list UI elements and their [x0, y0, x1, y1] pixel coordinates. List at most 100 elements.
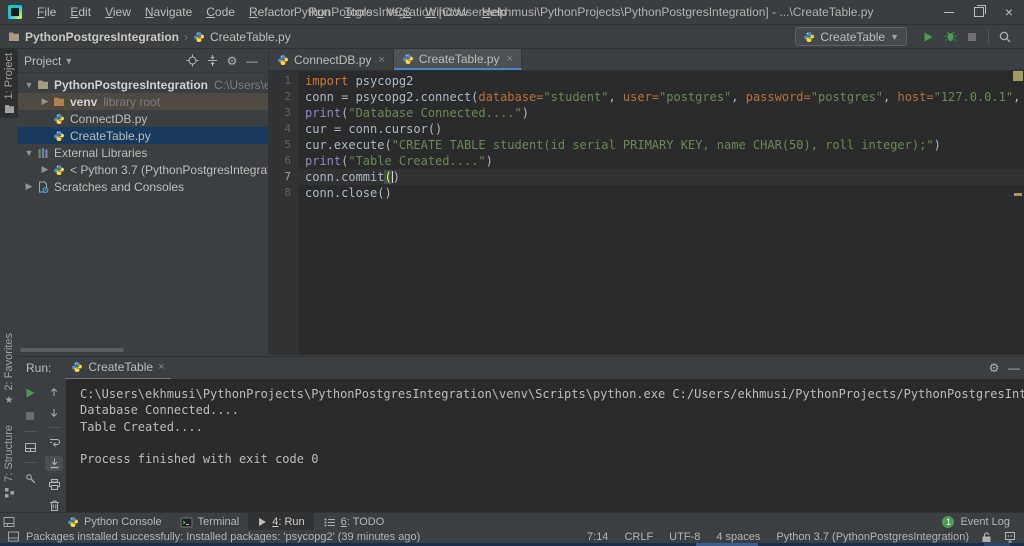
line-number[interactable]: 3	[269, 105, 299, 121]
status-item[interactable]: CRLF	[624, 531, 653, 543]
tree-row-scratches-and-consoles[interactable]: ▶Scratches and Consoles	[18, 178, 268, 195]
tree-expand-arrow[interactable]: ▶	[38, 164, 52, 175]
event-log-button[interactable]: 1 Event Log	[942, 516, 1010, 528]
settings-gear-icon[interactable]: ⚙	[222, 54, 242, 68]
run-button[interactable]	[917, 27, 939, 47]
minimize-button[interactable]	[934, 0, 964, 24]
collapse-all-button[interactable]	[202, 54, 222, 67]
tree-row-connectdb-py[interactable]: ConnectDB.py	[18, 110, 268, 127]
status-message[interactable]: Packages installed successfully: Install…	[26, 531, 420, 543]
hide-run-panel-button[interactable]: —	[1004, 361, 1024, 375]
run-configuration-select[interactable]: CreateTable ▼	[795, 27, 907, 46]
run-tab[interactable]: CreateTable ×	[65, 356, 170, 380]
line-number[interactable]: 2	[269, 89, 299, 105]
hector-inspection-icon[interactable]	[1004, 531, 1016, 543]
close-icon[interactable]: ×	[158, 361, 164, 373]
tool-window-tab-4-run[interactable]: 4: Run	[248, 513, 313, 531]
tool-window-tab-python-console[interactable]: Python Console	[58, 513, 171, 531]
code-line-5[interactable]: 5cur.execute("CREATE TABLE student(id se…	[269, 137, 1024, 153]
warning-stripe-mark[interactable]	[1014, 193, 1022, 196]
tool-window-switcher-icon[interactable]	[0, 516, 18, 528]
chevron-down-icon[interactable]: ▼	[64, 56, 73, 66]
rerun-button[interactable]	[21, 385, 39, 401]
line-number[interactable]: 5	[269, 137, 299, 153]
tree-row-venv[interactable]: ▶venvlibrary root	[18, 93, 268, 110]
menu-view[interactable]: View	[98, 0, 138, 24]
breadcrumb-file[interactable]: CreateTable.py	[210, 30, 291, 44]
close-button[interactable]: ×	[994, 0, 1024, 24]
stop-process-button[interactable]	[21, 408, 39, 424]
code-text[interactable]: conn.close()	[299, 185, 1024, 201]
warning-stripe-mark[interactable]	[1013, 71, 1023, 81]
code-area[interactable]: 1import psycopg22conn = psycopg2.connect…	[269, 73, 1024, 201]
up-stack-trace-button[interactable]	[45, 385, 63, 399]
tree-row-createtable-py[interactable]: CreateTable.py	[18, 127, 268, 144]
close-icon[interactable]: ×	[378, 54, 384, 66]
project-panel-title[interactable]: Project	[24, 54, 61, 68]
editor-tab-createtable.py[interactable]: CreateTable.py×	[394, 49, 522, 70]
horizontal-scrollbar[interactable]	[20, 348, 124, 352]
lock-icon[interactable]	[981, 531, 992, 543]
tool-stripe-structure[interactable]: 7: Structure	[0, 421, 18, 502]
menu-file[interactable]: File	[30, 0, 63, 24]
code-line-7[interactable]: 7conn.commit()	[269, 169, 1024, 185]
tree-row-external-libraries[interactable]: ▼External Libraries	[18, 144, 268, 161]
code-text[interactable]: cur.execute("CREATE TABLE student(id ser…	[299, 137, 1024, 153]
tool-stripe-favorites[interactable]: 2: Favorites ★	[0, 329, 18, 410]
code-line-1[interactable]: 1import psycopg2	[269, 73, 1024, 89]
line-number[interactable]: 4	[269, 121, 299, 137]
tool-window-tab-6-todo[interactable]: 6: TODO	[314, 513, 394, 531]
down-stack-trace-button[interactable]	[45, 406, 63, 420]
tree-expand-arrow[interactable]: ▶	[38, 96, 52, 107]
menu-refactor[interactable]: Refactor	[242, 0, 301, 24]
locate-file-button[interactable]	[182, 54, 202, 67]
run-settings-gear-icon[interactable]: ⚙	[984, 361, 1004, 375]
code-text[interactable]: print("Database Connected....")	[299, 105, 1024, 121]
restore-layout-button[interactable]	[21, 439, 39, 455]
pin-tab-button[interactable]	[21, 470, 39, 486]
restore-button[interactable]	[964, 0, 994, 24]
debug-button[interactable]	[939, 27, 961, 47]
status-item[interactable]: 4 spaces	[716, 531, 760, 543]
line-number[interactable]: 6	[269, 153, 299, 169]
menu-navigate[interactable]: Navigate	[138, 0, 199, 24]
code-line-8[interactable]: 8conn.close()	[269, 185, 1024, 201]
code-line-2[interactable]: 2conn = psycopg2.connect(database="stude…	[269, 89, 1024, 105]
panel-toggle-icon[interactable]	[8, 531, 19, 542]
menu-edit[interactable]: Edit	[63, 0, 98, 24]
code-text[interactable]: conn = psycopg2.connect(database="studen…	[299, 89, 1024, 105]
status-item[interactable]: UTF-8	[669, 531, 700, 543]
tool-window-tab-terminal[interactable]: Terminal	[171, 513, 249, 531]
status-item[interactable]: 7:14	[587, 531, 608, 543]
tree-row-pythonpostgresintegration[interactable]: ▼PythonPostgresIntegrationC:\Users\ekhmu…	[18, 76, 268, 93]
code-text[interactable]: print("Table Created....")	[299, 153, 1024, 169]
scroll-to-end-button[interactable]	[45, 456, 63, 470]
tree-expand-arrow[interactable]: ▼	[22, 80, 36, 90]
tree-expand-arrow[interactable]: ▶	[22, 181, 36, 192]
run-console[interactable]: C:\Users\ekhmusi\PythonProjects\PythonPo…	[66, 379, 1024, 513]
tree-row--python-3-7-pythonpostgresintegration-[interactable]: ▶< Python 3.7 (PythonPostgresIntegration…	[18, 161, 268, 178]
editor-tab-connectdb.py[interactable]: ConnectDB.py×	[269, 49, 394, 70]
line-number[interactable]: 7	[269, 169, 299, 185]
close-icon[interactable]: ×	[507, 53, 513, 65]
code-line-4[interactable]: 4cur = conn.cursor()	[269, 121, 1024, 137]
status-item[interactable]: Python 3.7 (PythonPostgresIntegration)	[776, 531, 969, 543]
tool-stripe-project[interactable]: 1: Project	[0, 49, 18, 118]
tree-expand-arrow[interactable]: ▼	[22, 148, 36, 158]
line-number[interactable]: 8	[269, 185, 299, 201]
code-line-6[interactable]: 6print("Table Created....")	[269, 153, 1024, 169]
soft-wrap-button[interactable]	[45, 435, 63, 449]
editor-scrollbar[interactable]	[1012, 71, 1024, 355]
hide-panel-button[interactable]: —	[242, 54, 262, 68]
code-line-3[interactable]: 3print("Database Connected....")	[269, 105, 1024, 121]
print-button[interactable]	[45, 478, 63, 492]
code-text[interactable]: cur = conn.cursor()	[299, 121, 1024, 137]
stop-button[interactable]	[961, 27, 983, 47]
menu-code[interactable]: Code	[199, 0, 242, 24]
line-number[interactable]: 1	[269, 73, 299, 89]
breadcrumb-project[interactable]: PythonPostgresIntegration	[25, 30, 179, 44]
code-text[interactable]: import psycopg2	[299, 73, 1024, 89]
clear-console-button[interactable]	[45, 499, 63, 513]
code-text[interactable]: conn.commit()	[299, 169, 1024, 185]
search-everywhere-button[interactable]	[994, 27, 1016, 47]
